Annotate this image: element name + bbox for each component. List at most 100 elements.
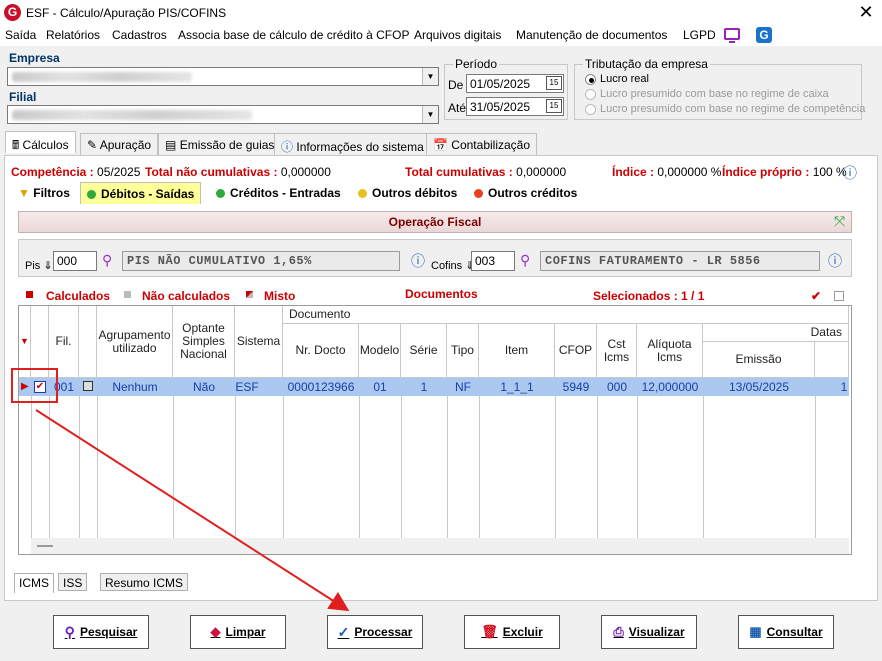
menu-bar: Saída Relatórios Cadastros Associa base … (0, 26, 882, 46)
info-icon[interactable]: ⓘ (411, 251, 425, 271)
g-app-icon[interactable]: G (756, 27, 772, 43)
check-all-icon[interactable]: ✔ (811, 289, 821, 303)
lucro-presumido-caixa-label: Lucro presumido com base no regime de ca… (600, 88, 829, 100)
calendar-icon[interactable]: 15 (546, 76, 562, 90)
horizontal-scrollbar[interactable] (31, 538, 849, 554)
monitor-icon[interactable] (724, 28, 740, 43)
tab-icms[interactable]: ICMS (14, 573, 54, 593)
chevron-down-icon[interactable]: ▼ (422, 106, 438, 123)
filial-combo[interactable]: ▼ (7, 105, 439, 124)
competencia-label: Competência : (11, 165, 94, 179)
pis-description-field: PIS NÃO CUMULATIVO 1,65% (122, 251, 400, 271)
indice-value: 0,000000 % (657, 165, 722, 179)
tab-info-label: Informações do sistema (296, 140, 424, 154)
header-group-documento: Documento (283, 306, 849, 324)
tab-informacoes-sistema[interactable]: ⓘ Informações do sistema (274, 133, 431, 155)
excluir-label: Excluir (502, 625, 543, 639)
close-icon[interactable]: ✕ (856, 2, 876, 22)
indice-proprio: Índice próprio : 100 % (722, 165, 847, 179)
lucro-real-label: Lucro real (600, 73, 649, 85)
scroll-thumb[interactable] (37, 545, 53, 547)
row-flag-checkbox[interactable] (83, 381, 93, 391)
table-row[interactable]: ▶ ✔ 001 Nenhum Não ESF 0000123966 01 1 N… (19, 378, 849, 396)
pesquisar-button[interactable]: ⚲ Pesquisar (53, 615, 149, 649)
processar-label: Processar (354, 625, 413, 639)
cell-optante: Não (192, 380, 215, 394)
calendar-icon[interactable]: 15 (546, 99, 562, 113)
excluir-button[interactable]: 🗑 Excluir (464, 615, 560, 649)
cofins-code-input[interactable]: 003 (471, 251, 515, 271)
tab-apuracao[interactable]: ✎ Apuração (80, 133, 159, 155)
search-icon[interactable]: ⚲ (520, 252, 530, 269)
cum-label: Total cumulativas : (405, 165, 513, 179)
calculados-label: Calculados (46, 289, 111, 303)
lucro-presumido-caixa-radio[interactable] (585, 89, 596, 100)
grid-legend: Calculados Não calculados Misto Document… (18, 287, 852, 305)
tab-contabilizacao[interactable]: 📅 Contabilização (426, 133, 538, 155)
menu-cadastros[interactable]: Cadastros (112, 28, 167, 42)
lucro-real-radio[interactable] (585, 74, 596, 85)
cofins-description-value: COFINS FATURAMENTO - LR 5856 (545, 254, 761, 268)
subtab-outros-creditos[interactable]: Outros créditos (468, 182, 583, 204)
header-optante[interactable]: Optante Simples Nacional (173, 306, 235, 378)
pis-code-input[interactable]: 000 (53, 251, 97, 271)
subtab-creditos-entradas[interactable]: Créditos - Entradas (210, 182, 347, 204)
search-icon[interactable]: ⚲ (102, 252, 112, 269)
menu-associa-base[interactable]: Associa base de cálculo de crédito à CFO… (178, 28, 409, 42)
expand-icon[interactable]: ⤧ (834, 213, 845, 230)
tab-emissao-label: Emissão de guias (179, 138, 275, 152)
indice: Índice : 0,000000 % (612, 165, 721, 179)
competencia-value: 05/2025 (97, 165, 141, 179)
header-sistema[interactable]: Sistema (235, 306, 283, 378)
subtab-filtros[interactable]: ▼ Filtros (12, 182, 76, 204)
header-emissao[interactable]: Emissão (703, 342, 815, 378)
subtab-debitos-saidas[interactable]: Débitos - Saídas (80, 182, 202, 204)
header-aliquota[interactable]: Alíquota Icms (637, 324, 703, 378)
visualizar-button[interactable]: ⎙ Visualizar (601, 615, 697, 649)
vertical-scrollbar[interactable] (851, 324, 852, 430)
consultar-button[interactable]: ▦ Consultar (738, 615, 834, 649)
header-agrupamento[interactable]: Agrupamento utilizado (97, 306, 173, 378)
tab-iss[interactable]: ISS (58, 573, 88, 591)
tab-calculos[interactable]: 🖩 Cálculos (5, 131, 76, 153)
menu-saida[interactable]: Saída (5, 28, 36, 42)
header-cst-icms[interactable]: Cst Icms (597, 324, 637, 378)
documents-grid: ▼ Fil. Agrupamento utilizado Optante Sim… (18, 305, 852, 555)
cell-agrupamento: Nenhum (112, 380, 158, 394)
subtab-outros-debitos[interactable]: Outros débitos (352, 182, 463, 204)
tributacao-title: Tributação da empresa (583, 57, 710, 71)
cell-serie: 1 (420, 380, 428, 394)
header-modelo[interactable]: Modelo (359, 324, 401, 378)
subtab-outros-creditos-label: Outros créditos (488, 186, 578, 200)
lucro-presumido-competencia-radio[interactable] (585, 104, 596, 115)
indice-proprio-label: Índice próprio : (722, 165, 810, 179)
header-tipo[interactable]: Tipo (447, 324, 479, 378)
printer-icon: ⎙ (613, 624, 624, 639)
chevron-down-icon[interactable]: ▼ (422, 68, 438, 85)
processar-button[interactable]: ✓ Processar (327, 615, 423, 649)
menu-arquivos-digitais[interactable]: Arquivos digitais (414, 28, 501, 42)
search-icon: ⚲ (64, 623, 75, 640)
limpar-button[interactable]: ◆ Limpar (190, 615, 286, 649)
check-icon: ✓ (337, 623, 350, 640)
cell-tipo: NF (455, 380, 471, 394)
cell-nr-docto: 0000123966 (287, 380, 355, 394)
info-icon[interactable]: ⓘ (843, 163, 857, 183)
menu-lgpd[interactable]: LGPD (683, 28, 716, 42)
calendar-check-icon: 📅 (433, 138, 448, 152)
ate-label: Até (448, 101, 467, 115)
empresa-combo[interactable]: ▼ (7, 67, 439, 86)
tab-emissao-guias[interactable]: ▤ Emissão de guias (158, 133, 282, 155)
header-item[interactable]: Item (479, 324, 555, 378)
menu-manutencao-documentos[interactable]: Manutenção de documentos (516, 28, 667, 42)
info-icon: ⓘ (281, 140, 294, 154)
header-nr-docto[interactable]: Nr. Docto (283, 324, 359, 378)
menu-relatorios[interactable]: Relatórios (46, 28, 100, 42)
header-serie[interactable]: Série (401, 324, 447, 378)
subtab-debitos-label: Débitos - Saídas (101, 187, 195, 201)
tab-resumo-icms[interactable]: Resumo ICMS (100, 573, 189, 591)
header-cfop[interactable]: CFOP (555, 324, 597, 378)
uncheck-all-checkbox[interactable] (834, 291, 844, 301)
info-icon[interactable]: ⓘ (828, 251, 842, 271)
nao-calculados-square-icon (124, 291, 131, 298)
